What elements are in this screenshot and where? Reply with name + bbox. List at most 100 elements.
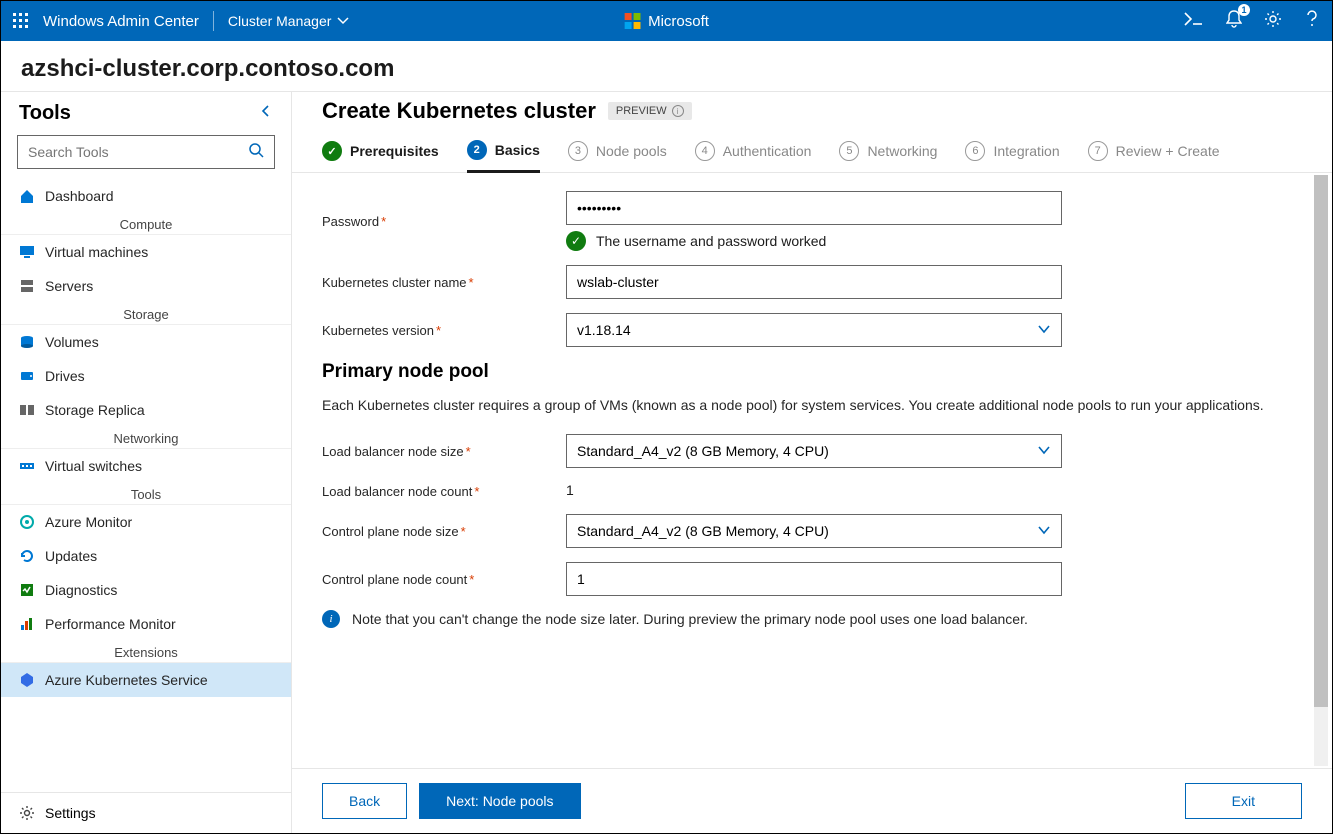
step-networking[interactable]: 5Networking <box>839 140 937 172</box>
sidebar-group-tools: Tools <box>1 483 291 505</box>
updates-icon <box>19 548 35 564</box>
sidebar-settings[interactable]: Settings <box>1 792 291 833</box>
step-number-icon: 4 <box>695 141 715 161</box>
step-label: Integration <box>993 143 1059 159</box>
sidebar-item-label: Storage Replica <box>45 402 145 418</box>
sidebar-item-virtual-switches[interactable]: Virtual switches <box>1 449 291 483</box>
preview-label: PREVIEW <box>616 105 667 117</box>
sidebar-settings-label: Settings <box>45 805 96 821</box>
password-input[interactable] <box>566 191 1062 225</box>
chevron-down-icon <box>1037 523 1051 540</box>
brand-label: Microsoft <box>648 13 709 30</box>
sidebar-item-updates[interactable]: Updates <box>1 539 291 573</box>
kubernetes-icon <box>19 672 35 688</box>
sidebar-item-label: Virtual switches <box>45 458 142 474</box>
label-k8s-version: Kubernetes version* <box>322 323 566 338</box>
step-label: Authentication <box>723 143 812 159</box>
sidebar-item-performance-monitor[interactable]: Performance Monitor <box>1 607 291 641</box>
notifications-icon[interactable]: 1 <box>1226 10 1242 33</box>
step-number-icon: 7 <box>1088 141 1108 161</box>
sidebar-title: Tools <box>19 102 71 125</box>
tools-sidebar: Tools Dashboard Compute <box>1 92 292 833</box>
azure-monitor-icon <box>19 514 35 530</box>
info-note: i Note that you can't change the node si… <box>322 610 1302 628</box>
lb-size-select[interactable]: Standard_A4_v2 (8 GB Memory, 4 CPU) <box>566 434 1062 468</box>
context-label: Cluster Manager <box>228 13 332 29</box>
sidebar-item-diagnostics[interactable]: Diagnostics <box>1 573 291 607</box>
server-icon <box>19 278 35 294</box>
sidebar-item-azure-monitor[interactable]: Azure Monitor <box>1 505 291 539</box>
step-node-pools[interactable]: 3Node pools <box>568 140 667 172</box>
cluster-host-title: azshci-cluster.corp.contoso.com <box>1 41 1332 91</box>
collapse-sidebar-icon[interactable] <box>259 104 273 123</box>
step-integration[interactable]: 6Integration <box>965 140 1059 172</box>
info-icon[interactable]: i <box>672 105 684 117</box>
sidebar-item-servers[interactable]: Servers <box>1 269 291 303</box>
select-value: v1.18.14 <box>577 322 631 338</box>
exit-button[interactable]: Exit <box>1185 783 1302 819</box>
form-scroll-area: Password* ✓ The username and password wo… <box>292 173 1332 768</box>
sidebar-item-label: Diagnostics <box>45 582 117 598</box>
step-number-icon: 2 <box>467 140 487 160</box>
switch-icon <box>19 458 35 474</box>
volumes-icon <box>19 334 35 350</box>
sidebar-item-drives[interactable]: Drives <box>1 359 291 393</box>
step-prerequisites[interactable]: ✓Prerequisites <box>322 140 439 172</box>
page-title: Create Kubernetes cluster <box>322 98 596 124</box>
search-input[interactable] <box>28 144 248 160</box>
wizard-steps: ✓Prerequisites 2 Basics 3Node pools 4 Auth… <box>292 134 1332 173</box>
info-note-text: Note that you can't change the node size… <box>352 611 1028 627</box>
context-switcher[interactable]: Cluster Manager <box>214 13 364 29</box>
settings-gear-icon[interactable] <box>1264 10 1282 33</box>
sidebar-item-dashboard[interactable]: Dashboard <box>1 179 291 213</box>
cp-count-input[interactable] <box>566 562 1062 596</box>
product-name[interactable]: Windows Admin Center <box>29 13 213 30</box>
preview-badge: PREVIEW i <box>608 102 692 120</box>
home-icon <box>19 188 35 204</box>
sidebar-item-storage-replica[interactable]: Storage Replica <box>1 393 291 427</box>
app-launcher-icon[interactable] <box>13 13 29 29</box>
help-icon[interactable] <box>1304 10 1320 33</box>
step-authentication[interactable]: 4 Authentication <box>695 140 812 172</box>
sidebar-group-compute: Compute <box>1 213 291 235</box>
sidebar-group-storage: Storage <box>1 303 291 325</box>
main-content: Create Kubernetes cluster PREVIEW i ✓Pre… <box>292 92 1332 833</box>
step-label: Prerequisites <box>350 143 439 159</box>
sidebar-item-label: Azure Kubernetes Service <box>45 672 208 688</box>
step-label: Basics <box>495 142 540 158</box>
k8s-version-select[interactable]: v1.18.14 <box>566 313 1062 347</box>
search-icon <box>248 142 264 163</box>
sidebar-item-label: Dashboard <box>45 188 114 204</box>
primary-pool-header: Primary node pool <box>322 361 1302 383</box>
label-cp-size: Control plane node size* <box>322 524 566 539</box>
sidebar-item-virtual-machines[interactable]: Virtual machines <box>1 235 291 269</box>
wizard-footer: Back Next: Node pools Exit <box>292 768 1332 833</box>
back-button[interactable]: Back <box>322 783 407 819</box>
tools-search[interactable] <box>17 135 275 169</box>
select-value: Standard_A4_v2 (8 GB Memory, 4 CPU) <box>577 523 829 539</box>
step-review-create[interactable]: 7Review + Create <box>1088 140 1220 172</box>
cluster-name-input[interactable] <box>566 265 1062 299</box>
gear-icon <box>19 805 35 821</box>
label-cluster-name: Kubernetes cluster name* <box>322 275 566 290</box>
password-validation: ✓ The username and password worked <box>566 231 1062 251</box>
scrollbar[interactable] <box>1314 175 1328 766</box>
chevron-down-icon <box>1037 443 1051 460</box>
drives-icon <box>19 368 35 384</box>
sidebar-item-aks[interactable]: Azure Kubernetes Service <box>1 663 291 697</box>
next-button[interactable]: Next: Node pools <box>419 783 580 819</box>
sidebar-item-label: Volumes <box>45 334 99 350</box>
lb-count-value: 1 <box>566 482 574 498</box>
sidebar-group-networking: Networking <box>1 427 291 449</box>
sidebar-item-volumes[interactable]: Volumes <box>1 325 291 359</box>
powershell-icon[interactable] <box>1184 11 1204 32</box>
cp-size-select[interactable]: Standard_A4_v2 (8 GB Memory, 4 CPU) <box>566 514 1062 548</box>
sidebar-item-label: Drives <box>45 368 85 384</box>
validation-text: The username and password worked <box>596 233 826 249</box>
step-basics[interactable]: 2 Basics <box>467 140 540 173</box>
storage-replica-icon <box>19 402 35 418</box>
sidebar-item-label: Updates <box>45 548 97 564</box>
chevron-down-icon <box>337 15 349 27</box>
perfmon-icon <box>19 616 35 632</box>
diagnostics-icon <box>19 582 35 598</box>
